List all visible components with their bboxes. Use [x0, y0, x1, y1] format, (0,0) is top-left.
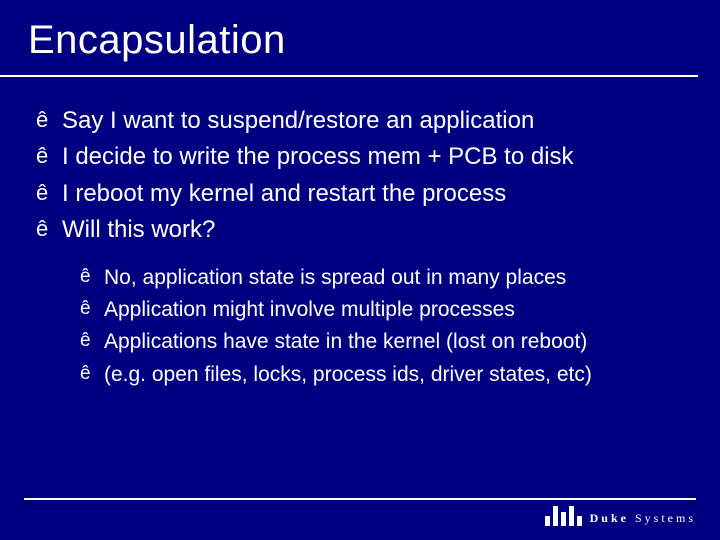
list-item: ê(e.g. open files, locks, process ids, d… [80, 360, 692, 390]
brand-word1: Duke [590, 511, 629, 525]
logo-icon [545, 506, 582, 526]
list-item-text: Say I want to suspend/restore an applica… [62, 105, 534, 137]
bullet-icon: ê [36, 105, 62, 135]
list-item: êApplication might involve multiple proc… [80, 295, 692, 325]
bullet-list-level1: êSay I want to suspend/restore an applic… [36, 105, 692, 247]
bullet-icon: ê [80, 360, 104, 388]
bullet-icon: ê [36, 178, 62, 208]
list-item: êI reboot my kernel and restart the proc… [36, 178, 692, 210]
brand-word2: Systems [635, 511, 696, 525]
list-item: êSay I want to suspend/restore an applic… [36, 105, 692, 137]
brand-text: Duke Systems [590, 511, 696, 526]
list-item: êI decide to write the process mem + PCB… [36, 141, 692, 173]
list-item-text: I decide to write the process mem + PCB … [62, 141, 574, 173]
slide-content: êSay I want to suspend/restore an applic… [0, 77, 720, 390]
list-item-text: No, application state is spread out in m… [104, 263, 566, 293]
bullet-list-level2: êNo, application state is spread out in … [80, 263, 692, 391]
list-item-text: I reboot my kernel and restart the proce… [62, 178, 506, 210]
bullet-icon: ê [80, 295, 104, 323]
bullet-icon: ê [80, 327, 104, 355]
bullet-icon: ê [80, 263, 104, 291]
footer-rule [24, 498, 696, 500]
bullet-icon: ê [36, 214, 62, 244]
slide-footer: Duke Systems [0, 498, 720, 526]
list-item: êNo, application state is spread out in … [80, 263, 692, 293]
list-item-text: Application might involve multiple proce… [104, 295, 515, 325]
list-item-text: (e.g. open files, locks, process ids, dr… [104, 360, 592, 390]
slide-title: Encapsulation [0, 0, 698, 77]
list-item: êWill this work? [36, 214, 692, 246]
list-item-text: Applications have state in the kernel (l… [104, 327, 587, 357]
list-item-text: Will this work? [62, 214, 215, 246]
list-item: êApplications have state in the kernel (… [80, 327, 692, 357]
bullet-icon: ê [36, 141, 62, 171]
brand-block: Duke Systems [24, 506, 696, 526]
